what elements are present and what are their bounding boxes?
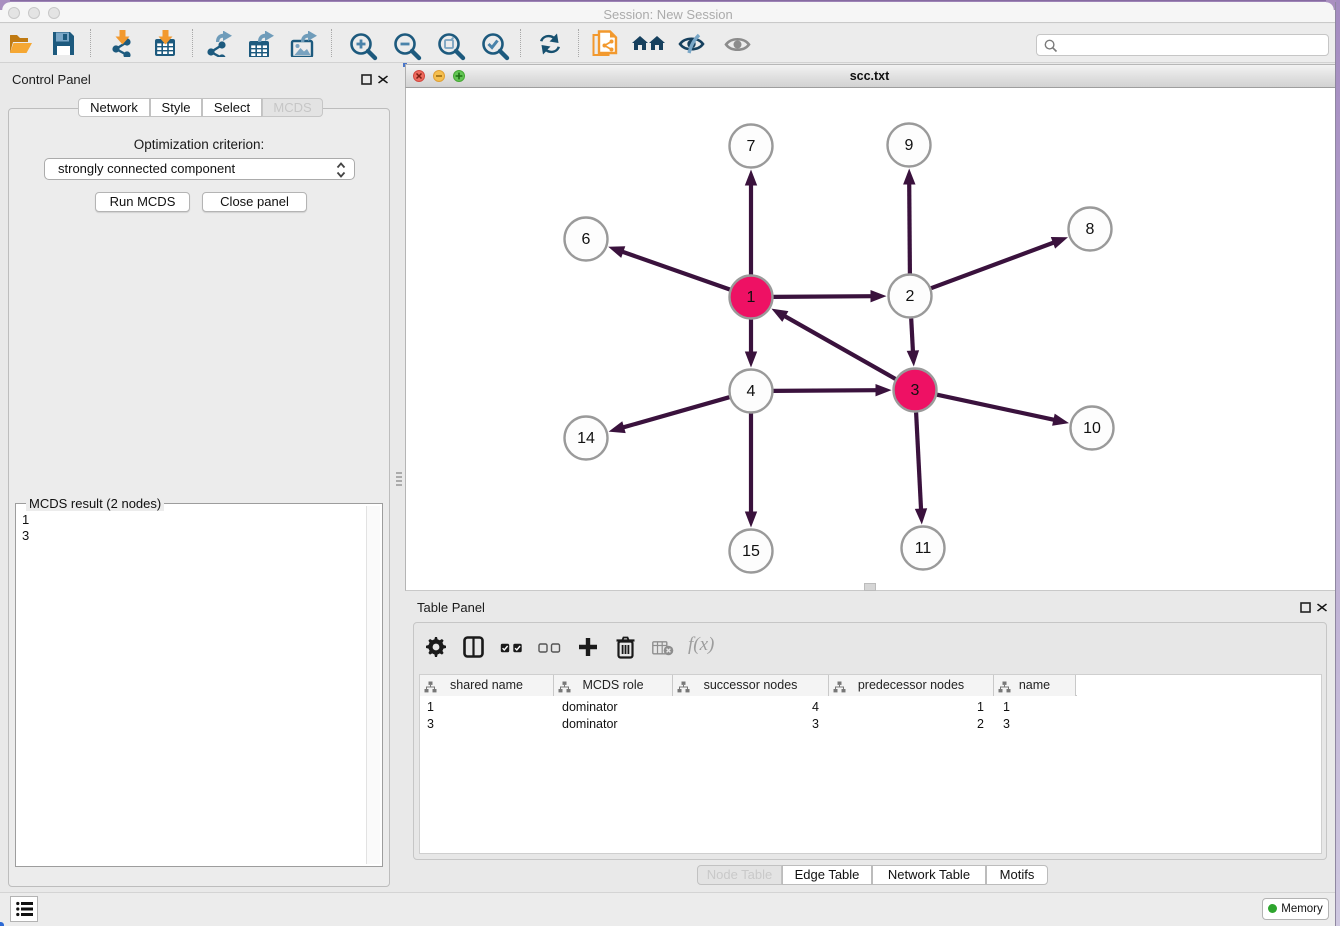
svg-text:10: 10 [1083, 420, 1101, 437]
svg-text:2: 2 [906, 288, 915, 305]
svg-text:11: 11 [915, 540, 932, 557]
svg-text:1: 1 [747, 289, 756, 306]
svg-text:15: 15 [742, 543, 760, 560]
svg-text:3: 3 [911, 382, 920, 399]
svg-text:7: 7 [747, 138, 756, 155]
svg-text:14: 14 [577, 430, 595, 447]
svg-text:8: 8 [1086, 221, 1095, 238]
svg-text:9: 9 [905, 137, 914, 154]
svg-text:6: 6 [582, 231, 591, 248]
svg-text:4: 4 [747, 383, 756, 400]
